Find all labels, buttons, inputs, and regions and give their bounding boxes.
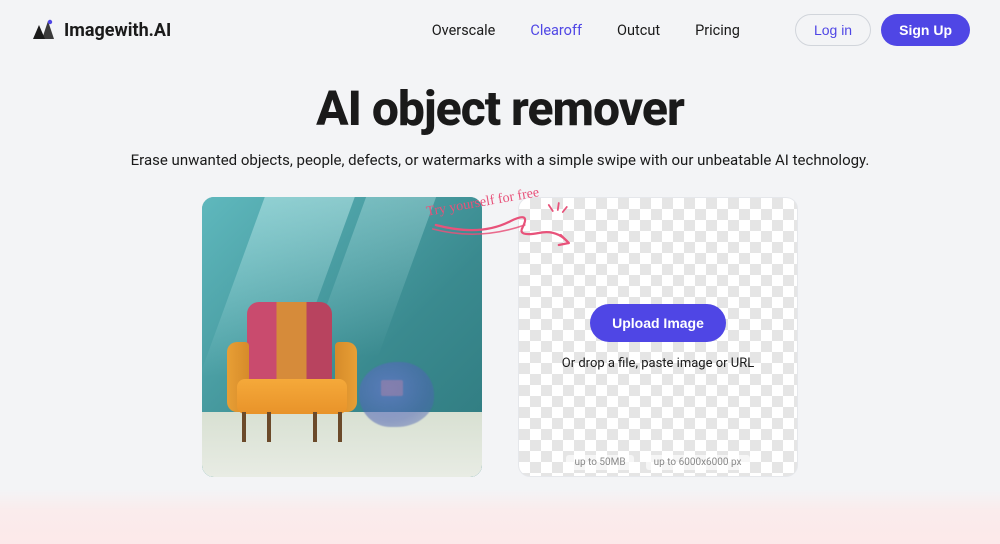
upload-dropzone[interactable]: Upload Image Or drop a file, paste image… <box>518 197 798 477</box>
page-subtitle: Erase unwanted objects, people, defects,… <box>30 151 970 169</box>
nav-overscale[interactable]: Overscale <box>432 22 496 39</box>
sample-image-panel <box>202 197 482 477</box>
header: Imagewith.AI Overscale Clearoff Outcut P… <box>0 0 1000 60</box>
sample-chair <box>227 302 357 442</box>
nav-pricing[interactable]: Pricing <box>695 22 740 39</box>
signup-button[interactable]: Sign Up <box>881 14 970 46</box>
dimension-limit-badge: up to 6000x6000 px <box>646 455 750 470</box>
page-title: AI object remover <box>30 80 970 137</box>
hero-section: AI object remover Erase unwanted objects… <box>0 60 1000 487</box>
upload-button[interactable]: Upload Image <box>590 304 726 342</box>
auth-buttons: Log in Sign Up <box>795 14 970 46</box>
drop-instructions: Or drop a file, paste image or URL <box>562 356 754 371</box>
demo-panels: Try yourself for free <box>30 197 970 477</box>
nav-clearoff[interactable]: Clearoff <box>530 22 582 39</box>
brand-name: Imagewith.AI <box>64 20 171 41</box>
brand-logo[interactable]: Imagewith.AI <box>30 19 171 41</box>
upload-limits: up to 50MB up to 6000x6000 px <box>566 455 749 470</box>
brush-blob-icon <box>359 362 434 427</box>
footer-gradient <box>0 489 1000 544</box>
logo-icon <box>30 19 56 41</box>
size-limit-badge: up to 50MB <box>566 455 633 470</box>
nav-outcut[interactable]: Outcut <box>617 22 660 39</box>
login-button[interactable]: Log in <box>795 14 871 46</box>
main-nav: Overscale Clearoff Outcut Pricing Log in… <box>432 14 970 46</box>
